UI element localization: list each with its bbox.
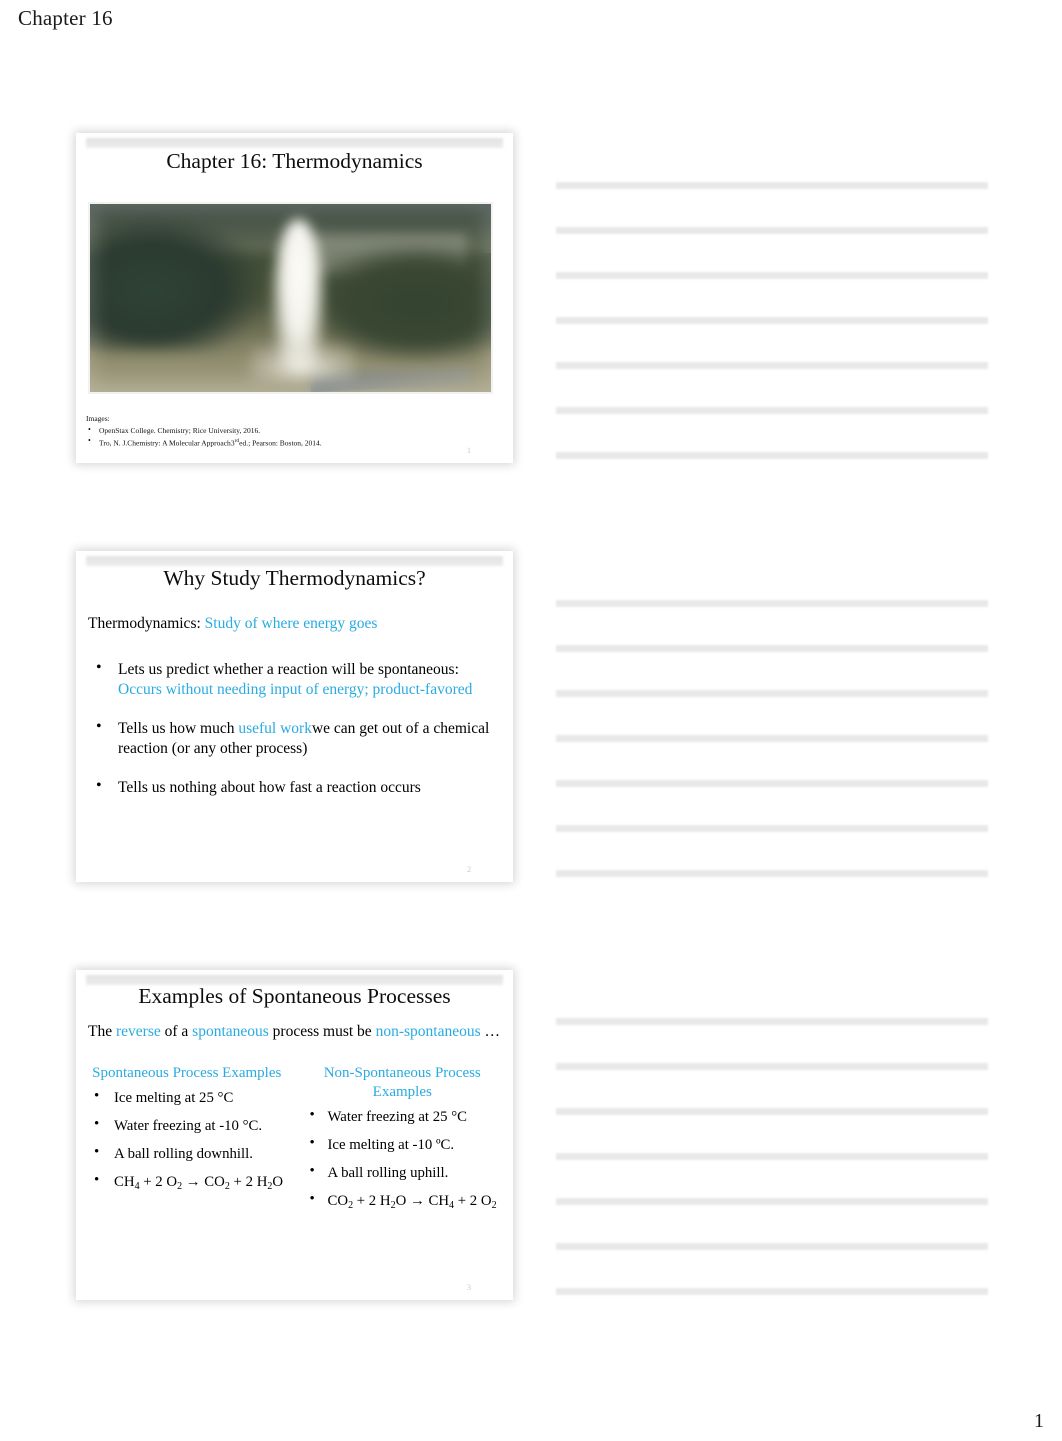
example-text: Water freezing at -10 °C.	[114, 1118, 263, 1134]
page-header: Chapter 16	[18, 6, 113, 30]
note-lines-group-3	[556, 1018, 988, 1295]
note-line	[556, 645, 988, 652]
note-line	[556, 690, 988, 697]
list-item: Water freezing at 25 °C	[304, 1106, 502, 1127]
note-line	[556, 1243, 988, 1250]
image-credits: Images: OpenStax College. Chemistry; Ric…	[86, 413, 322, 449]
slide-number-3: 3	[467, 1283, 471, 1292]
slide-number-2: 2	[467, 865, 471, 874]
bullet-highlight: useful work	[238, 720, 312, 737]
note-line	[556, 1288, 988, 1295]
slide-3-body: The reverse of a spontaneous process mus…	[88, 1022, 501, 1221]
bullet-pre: Tells us how much	[118, 720, 239, 737]
note-line	[556, 452, 988, 459]
note-line	[556, 317, 988, 324]
definition-label: Thermodynamics:	[88, 615, 201, 632]
note-line	[556, 182, 988, 189]
credit-pre: Tro, N. J.Chemistry: A Molecular Approac…	[99, 438, 231, 448]
list-item: Ice melting at 25 °C	[88, 1087, 286, 1108]
spontaneous-column: Spontaneous Process Examples Ice melting…	[88, 1064, 286, 1221]
list-item: CO2 + 2 H2O → CH4 + 2 O2	[304, 1190, 502, 1212]
list-item: Ice melting at -10 ºC.	[304, 1134, 502, 1155]
bullet-text: Lets us predict whether a reaction will …	[118, 661, 459, 678]
geyser-photo	[88, 202, 493, 394]
example-text: A ball rolling downhill.	[114, 1146, 253, 1162]
slide-2-title: Why Study Thermodynamics?	[163, 566, 426, 590]
slide-2-bullet-list: Lets us predict whether a reaction will …	[88, 658, 501, 798]
slide-card-3[interactable]: Examples of Spontaneous Processes The re…	[76, 970, 513, 1300]
spontaneous-column-heading: Spontaneous Process Examples	[92, 1065, 282, 1081]
intro-h2: spontaneous	[192, 1023, 269, 1040]
example-text: A ball rolling uphill.	[327, 1165, 449, 1181]
reverse-process-statement: The reverse of a spontaneous process mus…	[88, 1022, 501, 1042]
note-line	[556, 272, 988, 279]
bullet-useful-work: Tells us how much useful workwe can get …	[88, 717, 501, 759]
credit-item: Tro, N. J.Chemistry: A Molecular Approac…	[86, 435, 322, 449]
bullet-highlight: Occurs without needing input of energy; …	[118, 681, 473, 698]
note-line	[556, 870, 988, 877]
slide-2-body: Thermodynamics: Study of where energy go…	[88, 614, 501, 817]
slide-card-1[interactable]: Chapter 16: Thermodynamics Images: OpenS…	[76, 133, 513, 463]
example-text: Water freezing at 25 °C	[327, 1109, 467, 1125]
credit-post: ed.; Pearson: Boston, 2014.	[239, 438, 322, 448]
note-line	[556, 362, 988, 369]
intro-w1: The	[88, 1023, 116, 1040]
note-lines-group-1	[556, 182, 988, 459]
non-spontaneous-column-heading: Non-Spontaneous Process Examples	[323, 1065, 481, 1100]
slide-3-title: Examples of Spontaneous Processes	[138, 984, 451, 1008]
definition-highlight: Study of where energy goes	[204, 615, 378, 632]
intro-w4: …	[480, 1023, 500, 1040]
intro-w3: process must be	[268, 1023, 376, 1040]
note-line	[556, 1063, 988, 1070]
note-line	[556, 780, 988, 787]
non-spontaneous-column: Non-Spontaneous Process Examples Water f…	[304, 1064, 502, 1221]
list-item: CH4 + 2 O2 → CO2 + 2 H2O	[88, 1171, 286, 1193]
example-text: Ice melting at 25 °C	[114, 1090, 234, 1106]
note-line	[556, 407, 988, 414]
note-line	[556, 735, 988, 742]
non-spontaneous-examples-list: Water freezing at 25 °C Ice melting at -…	[304, 1106, 502, 1212]
photo-vignette	[90, 204, 491, 392]
note-line	[556, 227, 988, 234]
note-line	[556, 600, 988, 607]
intro-h3: non-spontaneous	[375, 1023, 481, 1040]
slide-1-title: Chapter 16: Thermodynamics	[166, 149, 423, 173]
intro-w2: of a	[160, 1023, 193, 1040]
bullet-reaction-rate: Tells us nothing about how fast a reacti…	[88, 776, 501, 798]
note-line	[556, 1198, 988, 1205]
example-text: Ice melting at -10 ºC.	[327, 1137, 455, 1153]
combustion-equation: CH4 + 2 O2 → CO2 + 2 H2O	[114, 1174, 284, 1192]
intro-h1: reverse	[115, 1023, 161, 1040]
credits-list: OpenStax College. Chemistry; Rice Univer…	[86, 424, 322, 450]
note-line	[556, 1018, 988, 1025]
spontaneous-examples-list: Ice melting at 25 °C Water freezing at -…	[88, 1087, 286, 1193]
slide-card-2[interactable]: Why Study Thermodynamics? Thermodynamics…	[76, 551, 513, 882]
thermodynamics-definition: Thermodynamics: Study of where energy go…	[88, 614, 501, 634]
note-line	[556, 1108, 988, 1115]
note-line	[556, 825, 988, 832]
note-line	[556, 1153, 988, 1160]
page-number: 1	[1034, 1410, 1044, 1432]
note-lines-group-2	[556, 600, 988, 877]
reverse-combustion-equation: CO2 + 2 H2O → CH4 + 2 O2	[327, 1193, 497, 1211]
list-item: A ball rolling downhill.	[88, 1143, 286, 1164]
list-item: A ball rolling uphill.	[304, 1162, 502, 1183]
examples-columns: Spontaneous Process Examples Ice melting…	[88, 1064, 501, 1221]
slide-number-1: 1	[467, 446, 471, 455]
bullet-predict-spontaneity: Lets us predict whether a reaction will …	[88, 658, 501, 700]
credits-label: Images:	[86, 414, 110, 423]
bullet-text: Tells us nothing about how fast a reacti…	[118, 779, 421, 796]
list-item: Water freezing at -10 °C.	[88, 1115, 286, 1136]
credit-item: OpenStax College. Chemistry; Rice Univer…	[86, 424, 322, 437]
